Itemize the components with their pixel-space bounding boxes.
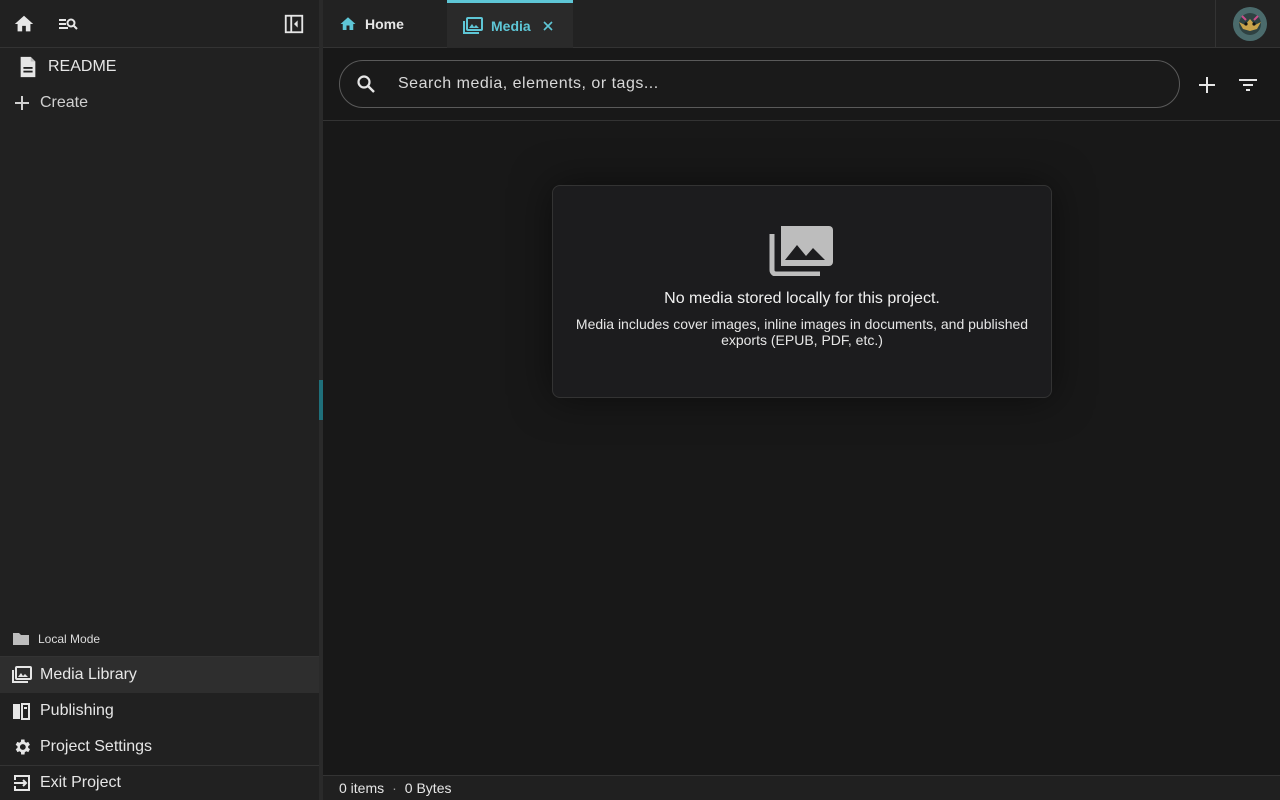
status-bar: 0 items · 0 Bytes: [323, 775, 1280, 800]
gear-icon: [12, 737, 32, 757]
exit-icon: [12, 774, 32, 792]
add-media-button[interactable]: [1194, 72, 1220, 98]
close-icon[interactable]: [543, 20, 553, 31]
mode-label: Local Mode: [38, 631, 101, 646]
tab-label: Media: [491, 17, 531, 34]
avatar[interactable]: [1233, 7, 1267, 41]
sidebar: README Create Local Mode Media Library P…: [0, 0, 319, 800]
exit-project-button[interactable]: Exit Project: [0, 765, 319, 800]
sidebar-item-publishing[interactable]: Publishing: [0, 693, 319, 729]
app-window: README Create Local Mode Media Library P…: [0, 0, 1280, 800]
media-content: No media stored locally for this project…: [323, 121, 1280, 774]
book-icon: [12, 701, 32, 721]
folder-icon: [12, 632, 30, 646]
create-button[interactable]: Create: [0, 85, 319, 121]
tab-home[interactable]: Home: [323, 0, 447, 48]
search-input[interactable]: [398, 64, 1179, 104]
filter-button[interactable]: [1235, 72, 1261, 98]
tab-media[interactable]: Media: [447, 0, 573, 48]
sidebar-item-project-settings[interactable]: Project Settings: [0, 729, 319, 765]
search-list-icon[interactable]: [54, 10, 82, 38]
photo-library-icon: [553, 220, 1051, 276]
status-separator: ·: [392, 780, 397, 796]
sidebar-item-label: README: [48, 58, 117, 75]
empty-state-card: No media stored locally for this project…: [552, 185, 1052, 398]
empty-state-title: No media stored locally for this project…: [664, 290, 940, 307]
mode-indicator: Local Mode: [0, 621, 319, 657]
home-icon: [339, 15, 357, 33]
total-size: 0 Bytes: [404, 780, 452, 796]
search-icon: [342, 74, 390, 94]
item-count: 0 items: [339, 780, 385, 796]
tab-bar-divider: [1215, 0, 1216, 48]
photo-library-icon: [12, 666, 32, 684]
plus-icon: [12, 95, 32, 111]
sidebar-item-label: Publishing: [40, 702, 114, 719]
sidebar-item-label: Project Settings: [40, 738, 153, 755]
sidebar-toolbar: [0, 0, 319, 48]
create-label: Create: [40, 94, 89, 111]
document-icon: [16, 56, 40, 78]
sidebar-item-label: Exit Project: [40, 774, 121, 791]
main-panel: Home Media Search media, elements, or ta…: [323, 0, 1280, 800]
sidebar-item-media-library[interactable]: Media Library: [0, 657, 319, 693]
sidebar-bottom: Local Mode Media Library Publishing Proj…: [0, 621, 319, 800]
tab-label: Home: [365, 16, 404, 32]
home-icon[interactable]: [10, 10, 38, 38]
photo-library-icon: [463, 16, 483, 35]
sidebar-item-readme[interactable]: README: [0, 49, 319, 85]
search-box[interactable]: [339, 60, 1180, 108]
tab-bar: Home Media: [323, 0, 1280, 48]
sidebar-item-label: Media Library: [40, 666, 137, 683]
search-row: [323, 48, 1280, 121]
empty-state-description: Media includes cover images, inline imag…: [575, 316, 1029, 348]
collapse-sidebar-icon[interactable]: [280, 10, 308, 38]
